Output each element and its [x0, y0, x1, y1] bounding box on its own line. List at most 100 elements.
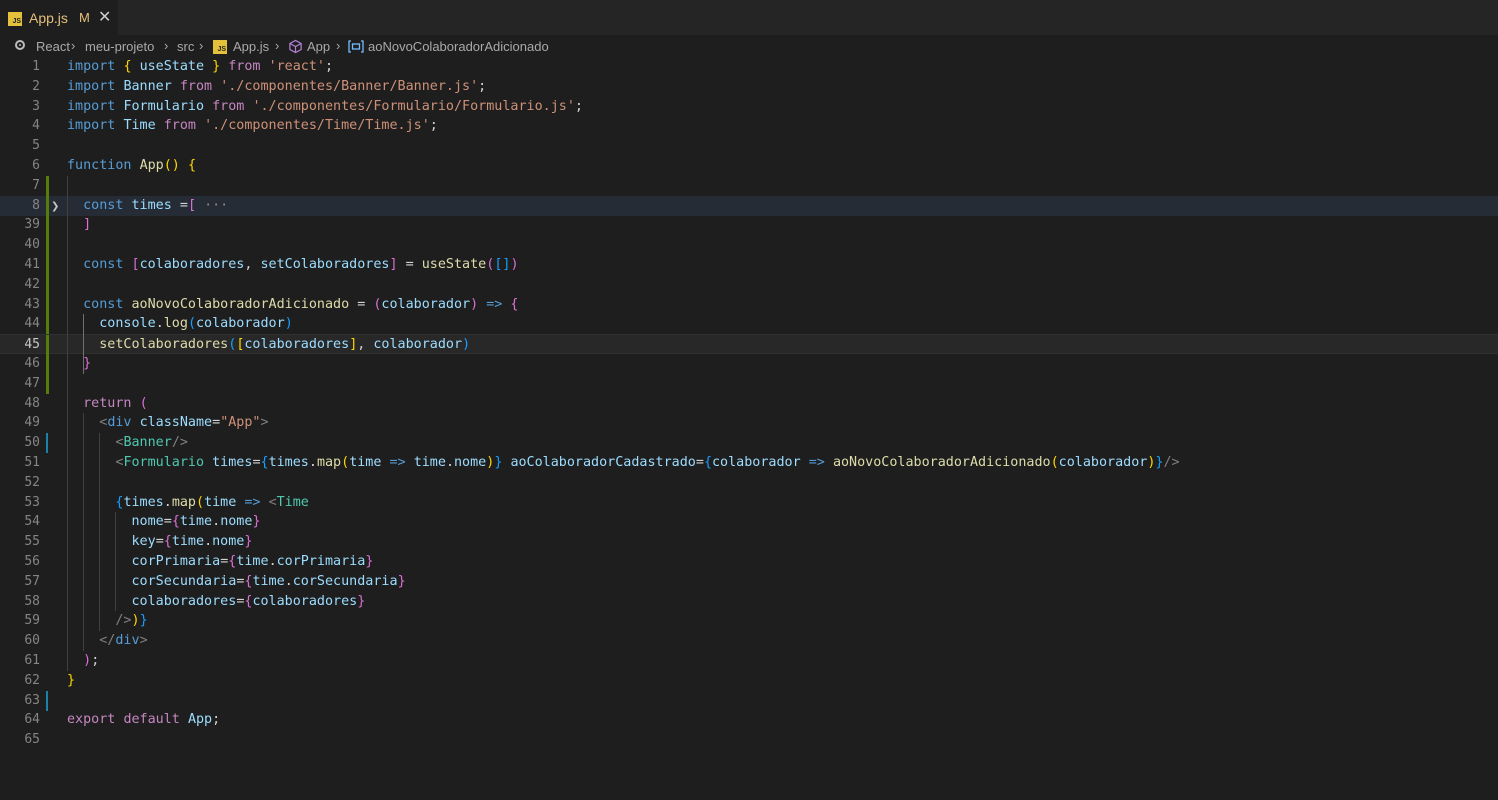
line-number: 1 [32, 59, 40, 74]
code-line[interactable]: 39 ] [0, 215, 1498, 236]
code-line[interactable]: 42 [0, 274, 1498, 295]
code-line[interactable]: 53 {times.map(time => <Time [0, 493, 1498, 513]
git-change-marker[interactable] [46, 314, 49, 335]
line-number: 2 [32, 78, 40, 94]
line-number: 57 [24, 573, 40, 589]
code-token: times [131, 197, 172, 213]
code-token: /> [115, 613, 132, 629]
code-line[interactable]: 52 [0, 473, 1498, 493]
git-change-marker[interactable] [46, 274, 49, 295]
git-change-marker[interactable] [46, 255, 49, 275]
code-token: } [365, 554, 374, 569]
breadcrumb-item-app[interactable]: App [307, 39, 330, 54]
git-change-marker[interactable] [46, 235, 49, 256]
code-token: from [212, 98, 245, 114]
close-icon[interactable]: ✕ [98, 7, 114, 26]
code-line[interactable]: 54 nome={time.nome} [0, 512, 1498, 532]
code-line[interactable]: 44 console.log(colaborador) [0, 314, 1498, 335]
code-line[interactable]: 6 function App() { [0, 156, 1498, 176]
code-line[interactable]: 57 corSecundaria={time.corSecundaria} [0, 572, 1498, 592]
code-token: colaborador [1058, 455, 1148, 470]
code-line[interactable]: 56 corPrimaria={time.corPrimaria} [0, 552, 1498, 572]
line-number: 58 [24, 593, 40, 609]
code-token: } [139, 613, 148, 629]
code-text: return ( [67, 394, 148, 414]
indent-guide [99, 433, 101, 632]
code-token: { [510, 296, 519, 312]
code-line[interactable]: 4 import Time from './componentes/Time/Ti… [0, 116, 1498, 136]
breadcrumb-item-react[interactable]: React [36, 39, 70, 54]
git-change-marker[interactable] [46, 294, 49, 315]
code-token: console [99, 316, 156, 332]
code-token: './componentes/Banner/Banner.js' [220, 78, 479, 94]
code-token: () [163, 158, 180, 173]
breadcrumb-item-function[interactable]: aoNovoColaboradorAdicionado [368, 39, 549, 54]
line-number: 45 [24, 337, 40, 353]
git-change-marker[interactable] [46, 335, 49, 356]
code-text: />)} [67, 611, 148, 631]
code-text: corSecundaria={time.corSecundaria} [67, 572, 406, 592]
git-change-marker[interactable] [46, 433, 48, 454]
code-line[interactable]: 50 <Banner/> [0, 433, 1498, 454]
code-line[interactable]: 48 return ( [0, 394, 1498, 414]
code-line[interactable]: 47 [0, 373, 1498, 394]
code-line[interactable]: 64 export default App; [0, 710, 1498, 730]
code-line[interactable]: 65 [0, 730, 1498, 750]
code-line[interactable]: 41 const [colaboradores, setColaboradore… [0, 255, 1498, 275]
code-line[interactable]: 60 </div> [0, 631, 1498, 651]
code-token: colaboradores [252, 593, 358, 609]
code-line[interactable]: 3 import Formulario from './componentes/F… [0, 97, 1498, 117]
git-change-marker[interactable] [46, 690, 48, 711]
code-token: = [349, 296, 374, 312]
git-change-marker[interactable] [46, 354, 49, 374]
code-token: . [212, 514, 221, 530]
git-change-marker[interactable] [46, 373, 49, 394]
code-token: time [349, 455, 382, 470]
code-line[interactable]: 51 <Formulario times={times.map(time => … [0, 453, 1498, 473]
git-change-marker[interactable] [46, 175, 49, 196]
indent-guide [115, 512, 117, 612]
code-line[interactable]: 59 />)} [0, 611, 1498, 631]
code-token: time [204, 494, 237, 510]
code-token: { [187, 158, 196, 173]
code-token: , [357, 337, 374, 353]
code-line[interactable]: 8 ❯ const times =[ ··· [0, 195, 1498, 217]
code-line[interactable]: 63 [0, 690, 1498, 711]
code-line[interactable]: 55 key={time.nome} [0, 532, 1498, 552]
line-number: 48 [24, 395, 40, 411]
code-line[interactable]: 40 [0, 235, 1498, 256]
code-line[interactable]: 46 } [0, 354, 1498, 374]
code-token: className [139, 415, 213, 431]
code-line[interactable]: 58 colaboradores={colaboradores} [0, 592, 1498, 612]
code-token: ( [196, 494, 205, 510]
code-token: colaborador [196, 316, 285, 332]
indent-guide [67, 175, 68, 671]
code-line[interactable]: 7 [0, 175, 1498, 196]
code-token: = [155, 534, 164, 550]
tab-bar: JS App.js M ✕ [0, 0, 1498, 36]
git-change-marker[interactable] [46, 215, 49, 236]
code-line[interactable]: 49 <div className="App"> [0, 413, 1498, 433]
code-line[interactable]: 62} [0, 671, 1498, 691]
code-editor[interactable]: 1 import { useState } from 'react'; 2 impor… [0, 57, 1498, 800]
code-token: log [163, 316, 188, 332]
code-token: nome [220, 514, 253, 530]
breadcrumb-item-app-js[interactable]: App.js [233, 39, 269, 54]
tab-app-js[interactable]: JS App.js M ✕ [0, 0, 118, 36]
code-line[interactable]: 5 [0, 136, 1498, 156]
breadcrumb-item-src[interactable]: src [177, 39, 194, 54]
code-line[interactable]: 45 setColaboradores([colaboradores], col… [0, 334, 1498, 356]
code-line[interactable]: 2 import Banner from './componentes/Banne… [0, 77, 1498, 97]
breadcrumb-item-meu-projeto[interactable]: meu-projeto [85, 39, 154, 54]
chevron-right-icon[interactable]: ❯ [51, 197, 59, 217]
code-line[interactable]: 1 import { useState } from 'react'; [0, 57, 1498, 77]
git-change-marker[interactable] [46, 195, 49, 216]
code-line[interactable]: 61 ); [0, 651, 1498, 671]
code-line[interactable]: 43 const aoNovoColaboradorAdicionado = (… [0, 294, 1498, 315]
